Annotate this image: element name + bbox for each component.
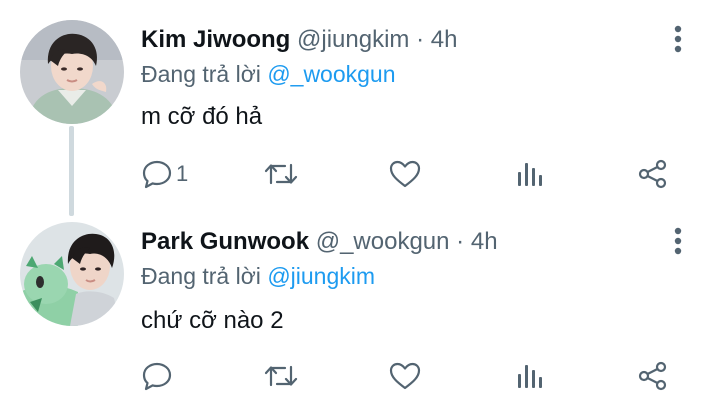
tweet-header: Park Gunwook @_wookgun · 4h — [141, 228, 498, 256]
reply-icon — [140, 157, 174, 191]
replying-to-label: Đang trả lời — [141, 61, 261, 87]
share-icon — [637, 158, 669, 190]
user-handle[interactable]: @jiungkim — [297, 26, 409, 53]
separator-dot: · — [416, 26, 425, 53]
retweet-button[interactable] — [263, 356, 299, 396]
avatar[interactable] — [20, 222, 124, 326]
display-name[interactable]: Park Gunwook — [141, 228, 309, 255]
like-button[interactable] — [388, 356, 422, 396]
reply-button[interactable] — [140, 356, 176, 396]
replying-to-mention[interactable]: @_wookgun — [267, 61, 395, 87]
reply-icon — [140, 359, 174, 393]
share-button[interactable] — [637, 356, 669, 396]
retweet-icon — [263, 361, 299, 391]
replying-to-mention[interactable]: @jiungkim — [267, 263, 375, 289]
tweet[interactable]: Kim Jiwoong @jiungkim · 4h Đang trả lời … — [0, 0, 720, 216]
share-icon — [637, 360, 669, 392]
retweet-button[interactable] — [263, 154, 299, 194]
share-button[interactable] — [637, 154, 669, 194]
like-button[interactable] — [388, 154, 422, 194]
tweet-actions: 1 — [0, 154, 720, 194]
separator-dot: · — [456, 228, 465, 255]
tweet-actions — [0, 356, 720, 396]
retweet-icon — [263, 159, 299, 189]
tweet-text: chứ cỡ nào 2 — [141, 307, 284, 334]
tweet-header: Kim Jiwoong @jiungkim · 4h — [141, 26, 457, 54]
avatar[interactable] — [20, 20, 124, 124]
views-icon — [514, 159, 544, 189]
views-button[interactable] — [514, 356, 544, 396]
like-icon — [388, 361, 422, 391]
timestamp[interactable]: 4h — [431, 26, 458, 53]
more-icon[interactable] — [668, 226, 688, 256]
tweet-text: m cỡ đó hả — [141, 103, 263, 130]
more-icon[interactable] — [668, 24, 688, 54]
like-icon — [388, 159, 422, 189]
tweet[interactable]: Park Gunwook @_wookgun · 4h Đang trả lời… — [0, 210, 720, 410]
replying-to-label: Đang trả lời — [141, 263, 261, 289]
timestamp[interactable]: 4h — [471, 228, 498, 255]
reply-button[interactable]: 1 — [140, 154, 188, 194]
views-icon — [514, 361, 544, 391]
display-name[interactable]: Kim Jiwoong — [141, 26, 290, 53]
views-button[interactable] — [514, 154, 544, 194]
reply-count: 1 — [176, 161, 189, 186]
replying-to: Đang trả lời @jiungkim — [141, 262, 375, 290]
replying-to: Đang trả lời @_wookgun — [141, 60, 396, 88]
user-handle[interactable]: @_wookgun — [316, 228, 450, 255]
